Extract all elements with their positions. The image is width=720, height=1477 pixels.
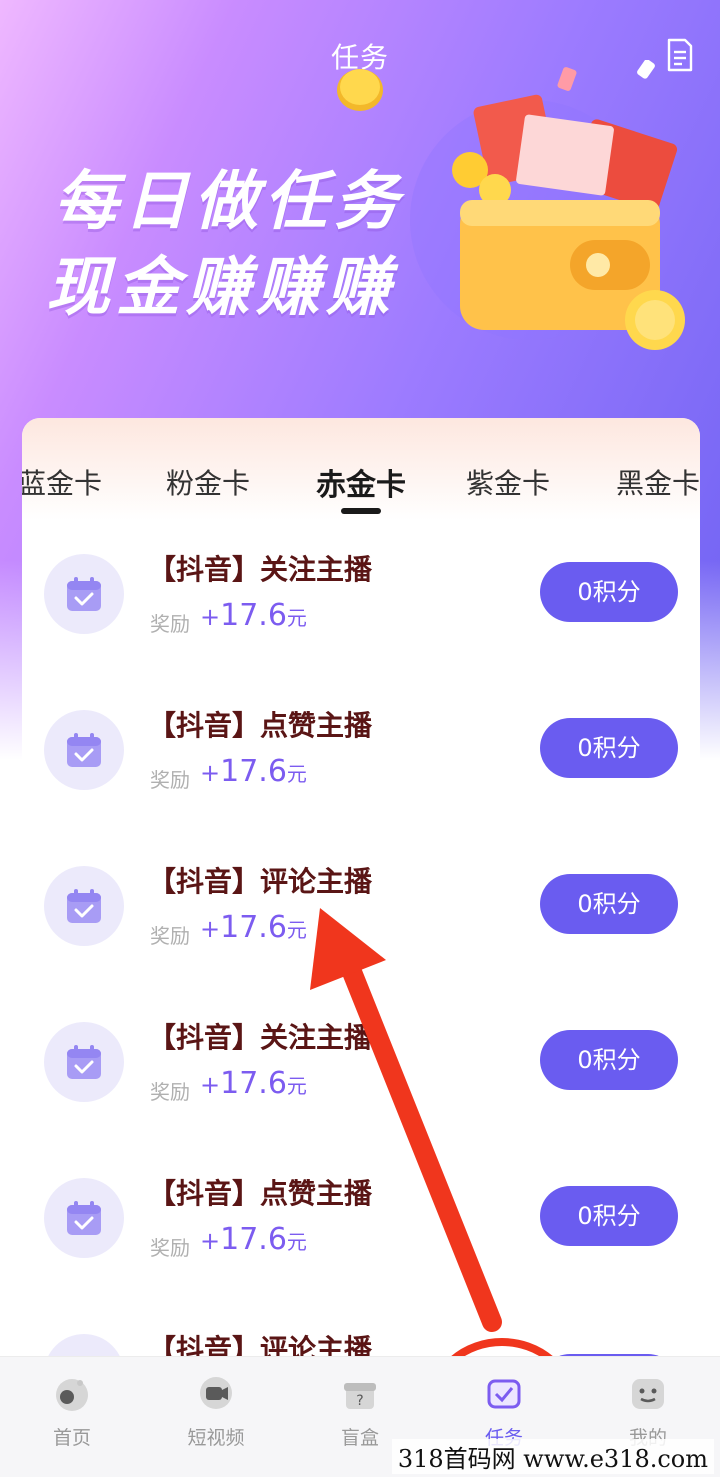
task-row[interactable]: 【抖音】评论主播奖励 +17.6元 0积分 xyxy=(22,848,700,1004)
task-title: 【抖音】关注主播 xyxy=(148,553,373,586)
reward-value: 17.6 xyxy=(220,910,287,945)
calendar-icon-wrap xyxy=(44,1178,124,1258)
task-icon xyxy=(487,1379,521,1409)
tab-purple-gold[interactable]: 紫金卡 xyxy=(466,462,550,502)
nav-short-video[interactable]: 短视频 xyxy=(144,1357,288,1477)
blind-box-icon: ? xyxy=(344,1383,376,1409)
reward-unit: 元 xyxy=(286,918,307,942)
reward-plus: + xyxy=(200,1071,221,1099)
reward-value: 17.6 xyxy=(220,1222,287,1257)
reward-plus: + xyxy=(200,915,221,943)
card-tabs: 蓝金卡 粉金卡 赤金卡 紫金卡 黑金卡 xyxy=(22,418,700,520)
calendar-check-icon xyxy=(67,889,101,923)
banner-line-1: 每日做任务 xyxy=(54,165,404,239)
reward-value: 17.6 xyxy=(220,754,287,789)
points-button[interactable]: 0积分 xyxy=(540,1186,678,1246)
video-icon xyxy=(200,1377,232,1409)
calendar-icon-wrap xyxy=(44,554,124,634)
reward-unit: 元 xyxy=(286,1230,307,1254)
calendar-icon-wrap xyxy=(44,710,124,790)
profile-icon xyxy=(632,1379,664,1409)
task-title: 【抖音】点赞主播 xyxy=(148,1177,373,1210)
task-title: 【抖音】评论主播 xyxy=(148,865,373,898)
reward-amount: +17.6元 xyxy=(200,910,307,945)
nav-label-short-video: 短视频 xyxy=(187,1427,245,1449)
reward-label: 奖励 xyxy=(150,1236,190,1260)
reward-amount: +17.6元 xyxy=(200,1066,307,1101)
reward-unit: 元 xyxy=(286,606,307,630)
tab-pink-gold[interactable]: 粉金卡 xyxy=(166,462,250,502)
points-button[interactable]: 0积分 xyxy=(540,874,678,934)
task-row[interactable]: 【抖音】点赞主播奖励 +17.6元 0积分 xyxy=(22,692,700,848)
reward-unit: 元 xyxy=(286,762,307,786)
reward-label: 奖励 xyxy=(150,924,190,948)
calendar-check-icon xyxy=(67,1045,101,1079)
calendar-check-icon xyxy=(67,733,101,767)
task-title: 【抖音】关注主播 xyxy=(148,1021,373,1054)
wallet-illustration xyxy=(410,60,685,350)
tab-blue-gold[interactable]: 蓝金卡 xyxy=(22,462,102,502)
banner-line-2: 现金赚赚赚 xyxy=(46,251,396,325)
task-row[interactable]: 【抖音】关注主播奖励 +17.6元 0积分 xyxy=(22,536,700,692)
reward-plus: + xyxy=(200,603,221,631)
points-button[interactable]: 0积分 xyxy=(540,1030,678,1090)
tab-red-gold[interactable]: 赤金卡 xyxy=(316,460,406,504)
active-tab-indicator xyxy=(341,508,381,514)
reward-value: 17.6 xyxy=(220,1066,287,1101)
reward-plus: + xyxy=(200,759,221,787)
svg-text:?: ? xyxy=(356,1393,363,1409)
task-row[interactable]: 【抖音】点赞主播奖励 +17.6元 0积分 xyxy=(22,1160,700,1316)
reward-amount: +17.6元 xyxy=(200,598,307,633)
tab-black-gold[interactable]: 黑金卡 xyxy=(616,462,700,502)
calendar-check-icon xyxy=(67,577,101,611)
reward-label: 奖励 xyxy=(150,612,190,636)
reward-unit: 元 xyxy=(286,1074,307,1098)
task-row[interactable]: 【抖音】关注主播奖励 +17.6元 0积分 xyxy=(22,1004,700,1160)
coin-icon xyxy=(337,69,383,111)
home-icon xyxy=(56,1379,88,1411)
task-card: 蓝金卡 粉金卡 赤金卡 紫金卡 黑金卡 【抖音】关注主播 奖励 +17.6元 0积分【… xyxy=(22,418,700,1378)
reward-value: 17.6 xyxy=(220,598,287,633)
points-button[interactable]: 0积分 xyxy=(540,562,678,622)
calendar-icon-wrap xyxy=(44,866,124,946)
watermark: 318首码网 www.e318.com xyxy=(391,1439,714,1474)
points-button[interactable]: 0积分 xyxy=(540,718,678,778)
reward-label: 奖励 xyxy=(150,768,190,792)
task-title: 【抖音】点赞主播 xyxy=(148,709,373,742)
nav-label-home: 首页 xyxy=(52,1427,91,1449)
reward-label: 奖励 xyxy=(150,1080,190,1104)
calendar-check-icon xyxy=(67,1201,101,1235)
reward-amount: +17.6元 xyxy=(200,754,307,789)
reward-amount: +17.6元 xyxy=(200,1222,307,1257)
nav-home[interactable]: 首页 xyxy=(0,1357,144,1477)
calendar-icon-wrap xyxy=(44,1022,124,1102)
reward-plus: + xyxy=(200,1227,221,1255)
